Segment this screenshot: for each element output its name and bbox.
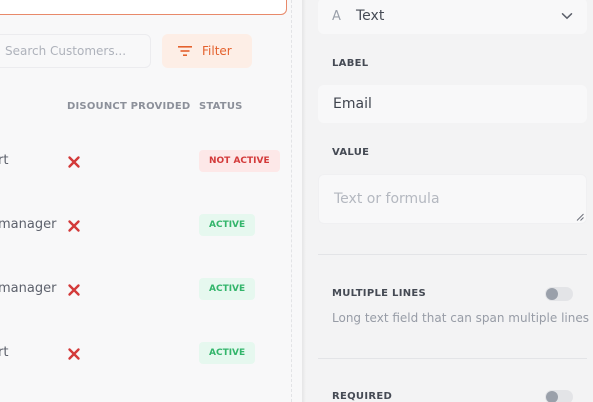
field-type-value: Text xyxy=(356,8,385,24)
label-input[interactable]: Email xyxy=(318,85,587,123)
multiple-lines-help: Long text field that can span multiple l… xyxy=(332,311,589,325)
table-row[interactable]: manager ACTIVE xyxy=(0,214,302,281)
section-divider xyxy=(318,254,587,255)
toggle-knob xyxy=(546,391,558,402)
table-row[interactable]: manager ACTIVE xyxy=(0,278,302,345)
required-heading: REQUIRED xyxy=(332,391,393,402)
cross-icon xyxy=(68,156,80,168)
chevron-down-icon xyxy=(561,13,573,20)
panel-divider xyxy=(291,0,292,402)
section-divider xyxy=(318,358,587,359)
field-type-select[interactable]: A Text xyxy=(318,0,587,34)
cross-icon xyxy=(68,284,80,296)
resize-handle-icon[interactable] xyxy=(576,213,584,221)
name-input[interactable] xyxy=(0,0,287,15)
toggle-knob xyxy=(546,288,558,300)
row-role: manager xyxy=(0,217,57,232)
customers-table-panel: Search Customers... Filter DISOUNCT PROV… xyxy=(0,0,302,402)
filter-button[interactable]: Filter xyxy=(162,34,252,68)
search-customers-input[interactable]: Search Customers... xyxy=(0,34,151,68)
column-header-status[interactable]: STATUS xyxy=(199,101,243,112)
field-properties-panel: A Text LABEL Email VALUE Text or formula… xyxy=(302,0,593,402)
status-badge: ACTIVE xyxy=(199,342,256,364)
status-badge: ACTIVE xyxy=(199,214,256,236)
status-badge: NOT ACTIVE xyxy=(199,150,280,172)
cross-icon xyxy=(68,348,80,360)
value-textarea[interactable]: Text or formula xyxy=(318,174,587,224)
multiple-lines-toggle[interactable] xyxy=(545,287,573,301)
row-role: rt xyxy=(0,345,9,360)
value-placeholder: Text or formula xyxy=(334,191,440,207)
filter-icon xyxy=(178,46,192,56)
label-heading: LABEL xyxy=(332,58,369,69)
panel-shadow xyxy=(302,0,306,402)
required-toggle[interactable] xyxy=(545,390,573,402)
table-row[interactable]: rt ACTIVE xyxy=(0,342,302,402)
row-role: rt xyxy=(0,153,9,168)
cross-icon xyxy=(68,220,80,232)
text-type-icon: A xyxy=(332,8,341,24)
value-heading: VALUE xyxy=(332,147,370,158)
table-row[interactable]: rt NOT ACTIVE xyxy=(0,150,302,217)
row-role: manager xyxy=(0,281,57,296)
status-badge: ACTIVE xyxy=(199,278,256,300)
column-header-discount[interactable]: DISOUNCT PROVIDED xyxy=(67,101,190,112)
filter-label: Filter xyxy=(202,44,232,58)
multiple-lines-heading: MULTIPLE LINES xyxy=(332,288,427,299)
